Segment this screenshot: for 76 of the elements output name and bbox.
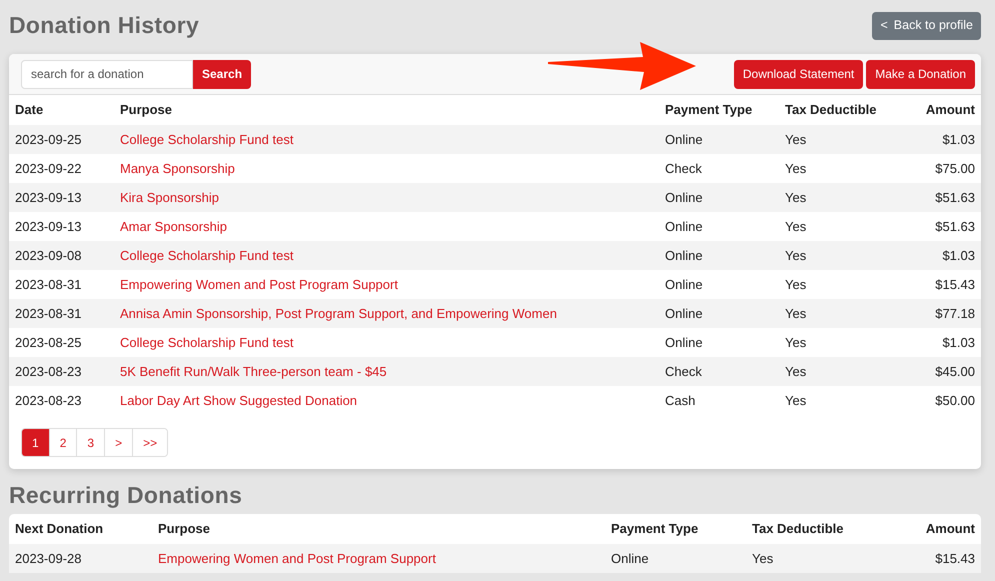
table-cell: Online xyxy=(659,328,779,357)
table-cell: 2023-09-13 xyxy=(9,212,114,241)
table-cell: Yes xyxy=(779,154,889,183)
table-cell: Online xyxy=(659,270,779,299)
table-cell: 2023-08-31 xyxy=(9,270,114,299)
table-cell: Yes xyxy=(779,125,889,154)
table-cell: 2023-08-23 xyxy=(9,357,114,386)
column-header: Payment Type xyxy=(659,95,779,125)
table-cell: $15.43 xyxy=(856,544,981,573)
purpose-link[interactable]: College Scholarship Fund test xyxy=(114,328,659,357)
table-cell: 2023-08-31 xyxy=(9,299,114,328)
column-header: Tax Deductible xyxy=(746,514,856,544)
arrow-icon xyxy=(548,42,696,90)
table-cell: $15.43 xyxy=(889,270,981,299)
table-cell: 2023-09-28 xyxy=(9,544,152,573)
table-cell: 2023-08-23 xyxy=(9,386,114,415)
table-cell: Online xyxy=(659,212,779,241)
table-cell: $75.00 xyxy=(889,154,981,183)
table-cell: 2023-09-22 xyxy=(9,154,114,183)
table-cell: Online xyxy=(605,544,746,573)
table-cell: Check xyxy=(659,154,779,183)
table-cell: 2023-08-25 xyxy=(9,328,114,357)
table-cell: $45.00 xyxy=(889,357,981,386)
page-button[interactable]: >> xyxy=(132,429,168,456)
table-cell: $50.00 xyxy=(889,386,981,415)
table-cell: 2023-09-13 xyxy=(9,183,114,212)
purpose-link[interactable]: Labor Day Art Show Suggested Donation xyxy=(114,386,659,415)
table-cell: Online xyxy=(659,241,779,270)
purpose-link[interactable]: College Scholarship Fund test xyxy=(114,125,659,154)
table-cell: Yes xyxy=(746,544,856,573)
page-button[interactable]: 1 xyxy=(22,429,49,456)
table-cell: Yes xyxy=(779,328,889,357)
column-header: Date xyxy=(9,95,114,125)
column-header: Amount xyxy=(856,514,981,544)
table-cell: Yes xyxy=(779,299,889,328)
column-header: Tax Deductible xyxy=(779,95,889,125)
purpose-link[interactable]: Amar Sponsorship xyxy=(114,212,659,241)
table-cell: $1.03 xyxy=(889,241,981,270)
table-cell: Online xyxy=(659,183,779,212)
table-cell: 2023-09-08 xyxy=(9,241,114,270)
table-cell: Yes xyxy=(779,212,889,241)
table-cell: $77.18 xyxy=(889,299,981,328)
section-title: Recurring Donations xyxy=(9,481,244,510)
purpose-link[interactable]: 5K Benefit Run/Walk Three-person team - $45 xyxy=(114,357,659,386)
purpose-link[interactable]: Manya Sponsorship xyxy=(114,154,659,183)
column-header: Amount xyxy=(889,95,981,125)
table-cell: Yes xyxy=(779,241,889,270)
table-cell: Yes xyxy=(779,270,889,299)
column-header: Purpose xyxy=(152,514,605,544)
table-cell: $51.63 xyxy=(889,183,981,212)
page-title: Donation History xyxy=(9,11,200,40)
table-cell: Yes xyxy=(779,357,889,386)
table-cell: 2023-09-25 xyxy=(9,125,114,154)
search-field[interactable]: search for a donation xyxy=(21,60,193,88)
back-chevron-icon: < xyxy=(880,16,888,35)
column-header: Payment Type xyxy=(605,514,746,544)
search-button[interactable]: Search xyxy=(193,60,252,88)
table-cell: Online xyxy=(659,299,779,328)
purpose-link[interactable]: Kira Sponsorship xyxy=(114,183,659,212)
table-cell: Online xyxy=(659,125,779,154)
table-cell: Yes xyxy=(779,386,889,415)
back-button[interactable]: < Back to profile xyxy=(872,12,981,40)
action-button[interactable]: Make a Donation xyxy=(866,60,975,88)
table-cell: $1.03 xyxy=(889,125,981,154)
column-header: Purpose xyxy=(114,95,659,125)
column-header: Next Donation xyxy=(9,514,152,544)
purpose-link[interactable]: Empowering Women and Post Program Support xyxy=(152,544,605,573)
purpose-link[interactable]: Empowering Women and Post Program Support xyxy=(114,270,659,299)
table-cell: Yes xyxy=(779,183,889,212)
table-cell: $51.63 xyxy=(889,212,981,241)
action-button[interactable]: Download Statement xyxy=(734,60,864,88)
purpose-link[interactable]: College Scholarship Fund test xyxy=(114,241,659,270)
table-cell: $1.03 xyxy=(889,328,981,357)
table-cell: Check xyxy=(659,357,779,386)
purpose-link[interactable]: Annisa Amin Sponsorship, Post Program Support, and Empowering Women xyxy=(114,299,659,328)
table-cell: Cash xyxy=(659,386,779,415)
